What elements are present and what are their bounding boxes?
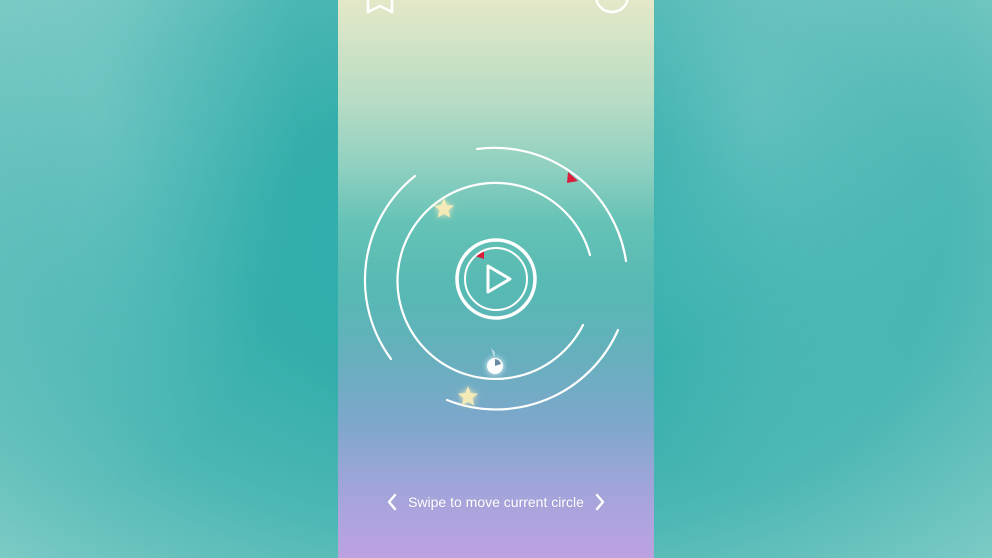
swipe-hint: Swipe to move current circle (338, 489, 654, 515)
swipe-hint-text: Swipe to move current circle (408, 494, 584, 510)
outer-ring-arc-left (363, 174, 417, 361)
background-left (0, 0, 338, 558)
star-bottom (457, 386, 479, 406)
player-ball (487, 348, 503, 374)
chevron-left-icon[interactable] (386, 492, 398, 512)
inner-ring-arc (396, 181, 592, 380)
game-board[interactable] (338, 0, 654, 558)
background-right (654, 0, 992, 558)
chevron-right-icon[interactable] (594, 492, 606, 512)
outer-ring-arc-top (475, 146, 628, 263)
game-screen[interactable]: Swipe to move current circle (338, 0, 654, 558)
play-icon (486, 264, 512, 294)
play-button[interactable] (455, 238, 537, 320)
